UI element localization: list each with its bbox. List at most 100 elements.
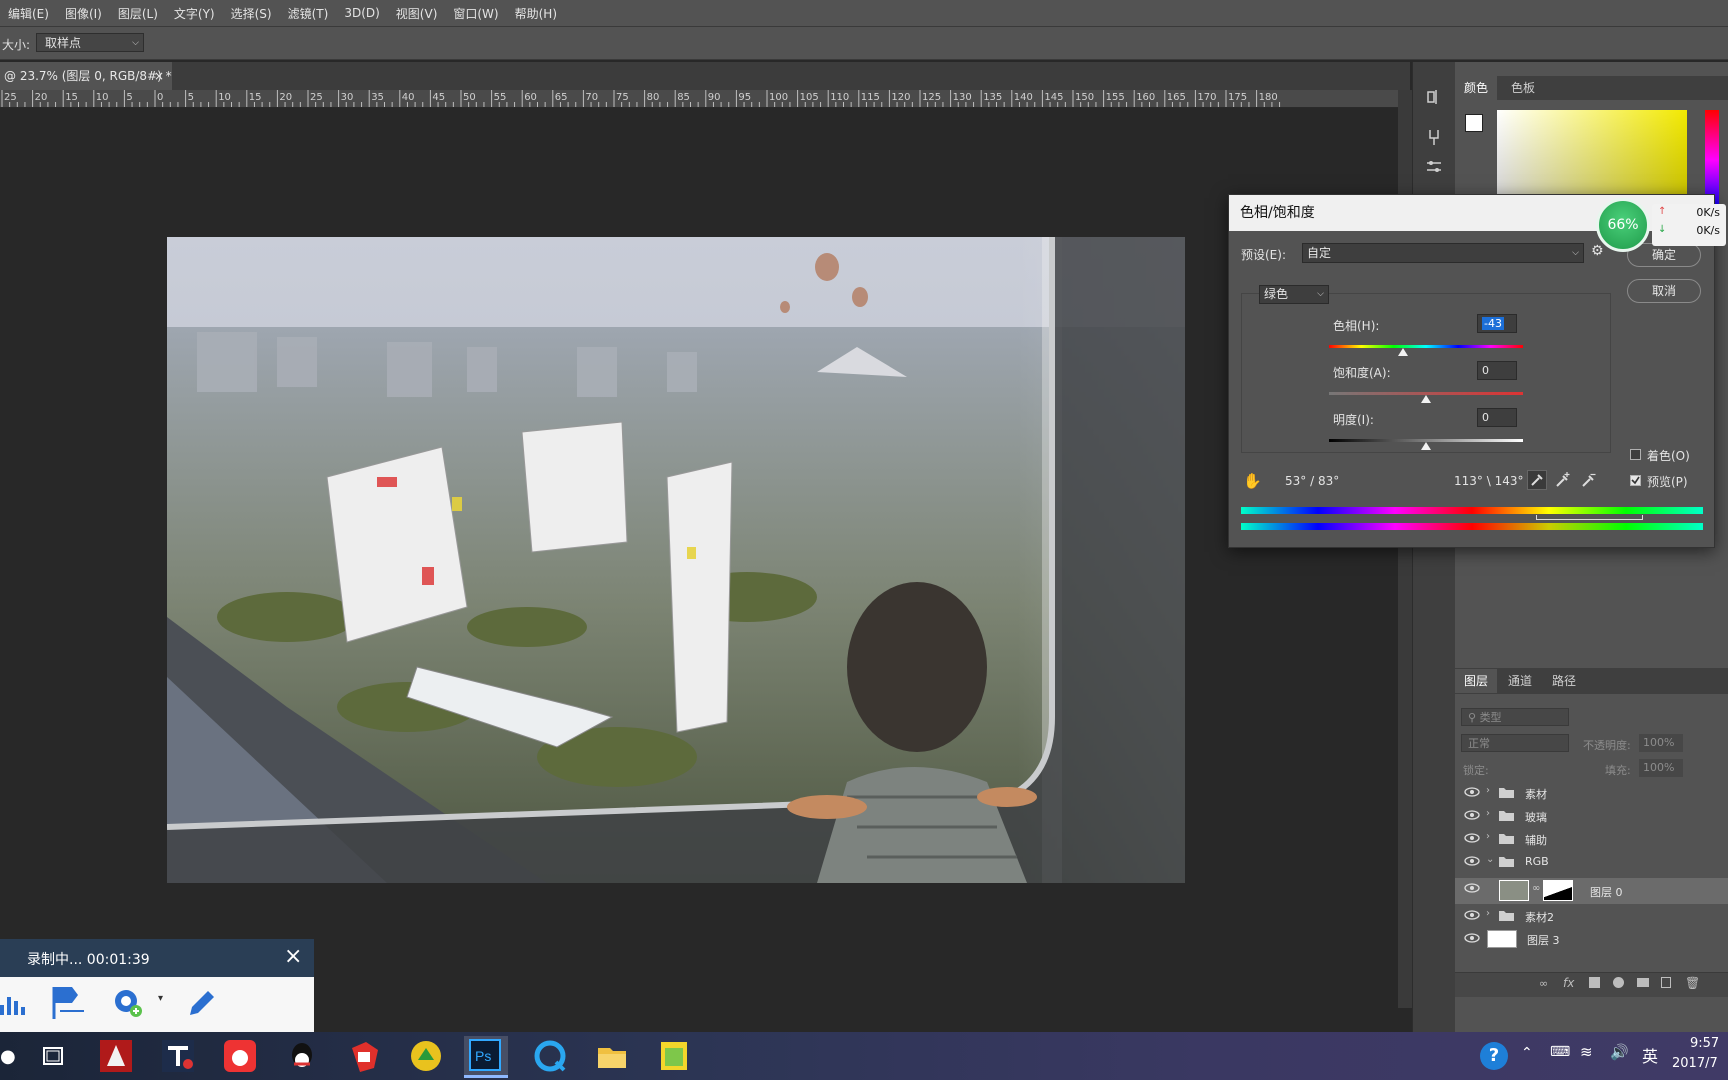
new-layer-icon[interactable]: [1661, 977, 1671, 988]
layer-row[interactable]: › 素材: [1455, 782, 1728, 804]
adjustment-layer-icon[interactable]: [1613, 977, 1624, 988]
app-green-icon[interactable]: [408, 1038, 444, 1074]
document-tab[interactable]: @ 23.7% (图层 0, RGB/8#) * ×: [0, 62, 172, 90]
chevron-right-icon[interactable]: ›: [1486, 908, 1490, 919]
color-range-bracket[interactable]: [1536, 515, 1643, 520]
colorize-checkbox[interactable]: [1630, 449, 1641, 460]
tab-color[interactable]: 颜色: [1455, 76, 1498, 100]
webcam-icon[interactable]: [110, 987, 150, 1021]
color-picker-field[interactable]: [1497, 110, 1687, 206]
photoshop-taskbar-icon[interactable]: Ps: [464, 1036, 508, 1078]
menu-help[interactable]: 帮助(H): [507, 5, 565, 22]
chevron-up-icon[interactable]: ⌃: [1521, 1045, 1533, 1061]
fx-icon[interactable]: fx: [1563, 976, 1574, 990]
layer-row[interactable]: ⌄ RGB: [1455, 851, 1728, 873]
layer-row[interactable]: › 辅助: [1455, 828, 1728, 850]
menu-type[interactable]: 文字(Y): [166, 5, 223, 22]
qq-browser-icon[interactable]: [532, 1038, 568, 1074]
ime-indicator[interactable]: 英: [1642, 1043, 1658, 1067]
sample-size-select[interactable]: 取样点 ⌵: [36, 33, 144, 52]
search-icon[interactable]: ●: [0, 1046, 16, 1067]
eye-icon[interactable]: [1464, 909, 1480, 921]
wifi-icon[interactable]: ≋: [1580, 1043, 1593, 1061]
close-icon[interactable]: ×: [154, 62, 164, 90]
app-red-icon[interactable]: [222, 1038, 258, 1074]
blend-mode-select[interactable]: 正常: [1461, 734, 1569, 752]
qq-icon[interactable]: [284, 1038, 320, 1074]
file-explorer-icon[interactable]: [594, 1038, 630, 1074]
tab-swatches[interactable]: 色板: [1502, 76, 1544, 100]
menu-image[interactable]: 图像(I): [57, 5, 110, 22]
cancel-button[interactable]: 取消: [1627, 279, 1701, 303]
new-group-icon[interactable]: [1637, 978, 1649, 987]
menu-window[interactable]: 窗口(W): [445, 5, 506, 22]
saturation-field[interactable]: 0: [1477, 361, 1517, 380]
lightness-field[interactable]: 0: [1477, 408, 1517, 427]
menu-layer[interactable]: 图层(L): [110, 5, 166, 22]
document-image[interactable]: [167, 237, 1185, 883]
add-mask-icon[interactable]: [1589, 977, 1600, 988]
menu-view[interactable]: 视图(V): [388, 5, 446, 22]
eye-icon[interactable]: [1464, 832, 1480, 844]
keyboard-icon[interactable]: ⌨: [1550, 1044, 1570, 1060]
link-icon[interactable]: ∞: [1532, 883, 1540, 894]
eye-icon[interactable]: [1464, 932, 1480, 944]
eye-icon[interactable]: [1464, 882, 1480, 894]
clock-date[interactable]: 2017/7: [1672, 1056, 1718, 1071]
preview-checkbox[interactable]: [1630, 475, 1641, 486]
task-view-icon[interactable]: [36, 1038, 72, 1074]
foreground-color-swatch[interactable]: [1465, 114, 1483, 132]
menu-select[interactable]: 选择(S): [223, 5, 280, 22]
brush-settings-icon[interactable]: [1425, 128, 1443, 146]
chevron-right-icon[interactable]: ›: [1486, 831, 1490, 842]
fill-field[interactable]: 100%: [1639, 759, 1683, 777]
layer-row[interactable]: 图层 3: [1455, 928, 1728, 950]
preset-select[interactable]: 自定 ⌵: [1302, 243, 1584, 263]
volume-icon[interactable]: 🔊: [1610, 1043, 1629, 1061]
chart-icon[interactable]: [0, 991, 28, 1017]
tab-channels[interactable]: 通道: [1499, 669, 1541, 693]
hue-slider-thumb[interactable]: [1397, 348, 1408, 356]
layer-filter-select[interactable]: ⚲ 类型: [1461, 708, 1569, 726]
channel-select[interactable]: 绿色 ⌵: [1259, 285, 1329, 304]
targeted-adjust-hand-icon[interactable]: ✋: [1243, 472, 1262, 490]
eyedropper-icon[interactable]: [1527, 470, 1547, 490]
history-icon[interactable]: [1425, 88, 1443, 106]
saturation-slider-thumb[interactable]: [1421, 395, 1431, 403]
subtract-eyedropper-icon[interactable]: [1579, 470, 1599, 490]
menu-edit[interactable]: 编辑(E): [0, 5, 57, 22]
hue-field[interactable]: -43: [1477, 314, 1517, 333]
add-eyedropper-icon[interactable]: [1553, 470, 1573, 490]
tab-paths[interactable]: 路径: [1543, 669, 1585, 693]
sketchup-icon[interactable]: [346, 1038, 382, 1074]
notes-app-icon[interactable]: [656, 1038, 692, 1074]
hue-slider-track[interactable]: [1329, 345, 1523, 348]
layer-row[interactable]: ∞ 图层 0: [1455, 878, 1728, 904]
opacity-field[interactable]: 100%: [1639, 734, 1683, 752]
autocad-icon[interactable]: [98, 1038, 134, 1074]
chevron-right-icon[interactable]: ›: [1486, 785, 1490, 796]
chevron-down-icon[interactable]: ▾: [158, 993, 163, 1004]
trash-icon[interactable]: 🗑: [1685, 976, 1700, 990]
eye-icon[interactable]: [1464, 855, 1480, 867]
layer-row[interactable]: › 玻璃: [1455, 805, 1728, 827]
chevron-down-icon[interactable]: ⌄: [1486, 854, 1494, 865]
close-icon[interactable]: ×: [284, 944, 302, 969]
network-speed-widget[interactable]: 66% ↑ 0K/s ↓ 0K/s: [1596, 196, 1728, 254]
chevron-right-icon[interactable]: ›: [1486, 808, 1490, 819]
tarch-icon[interactable]: [160, 1038, 196, 1074]
annotate-flag-icon[interactable]: [50, 985, 88, 1021]
tab-layers[interactable]: 图层: [1455, 669, 1498, 693]
eye-icon[interactable]: [1464, 809, 1480, 821]
lightness-slider-thumb[interactable]: [1421, 442, 1431, 450]
clock-time[interactable]: 9:57: [1690, 1036, 1719, 1051]
eye-icon[interactable]: [1464, 786, 1480, 798]
menu-filter[interactable]: 滤镜(T): [280, 5, 337, 22]
menu-3d[interactable]: 3D(D): [336, 6, 387, 20]
adjustments-icon[interactable]: [1425, 158, 1443, 176]
mask-thumbnail[interactable]: [1543, 880, 1573, 901]
pen-icon[interactable]: [184, 987, 218, 1021]
help-icon[interactable]: ?: [1480, 1042, 1508, 1070]
link-layers-icon[interactable]: ∞: [1539, 977, 1548, 990]
layer-row[interactable]: › 素材2: [1455, 905, 1728, 927]
